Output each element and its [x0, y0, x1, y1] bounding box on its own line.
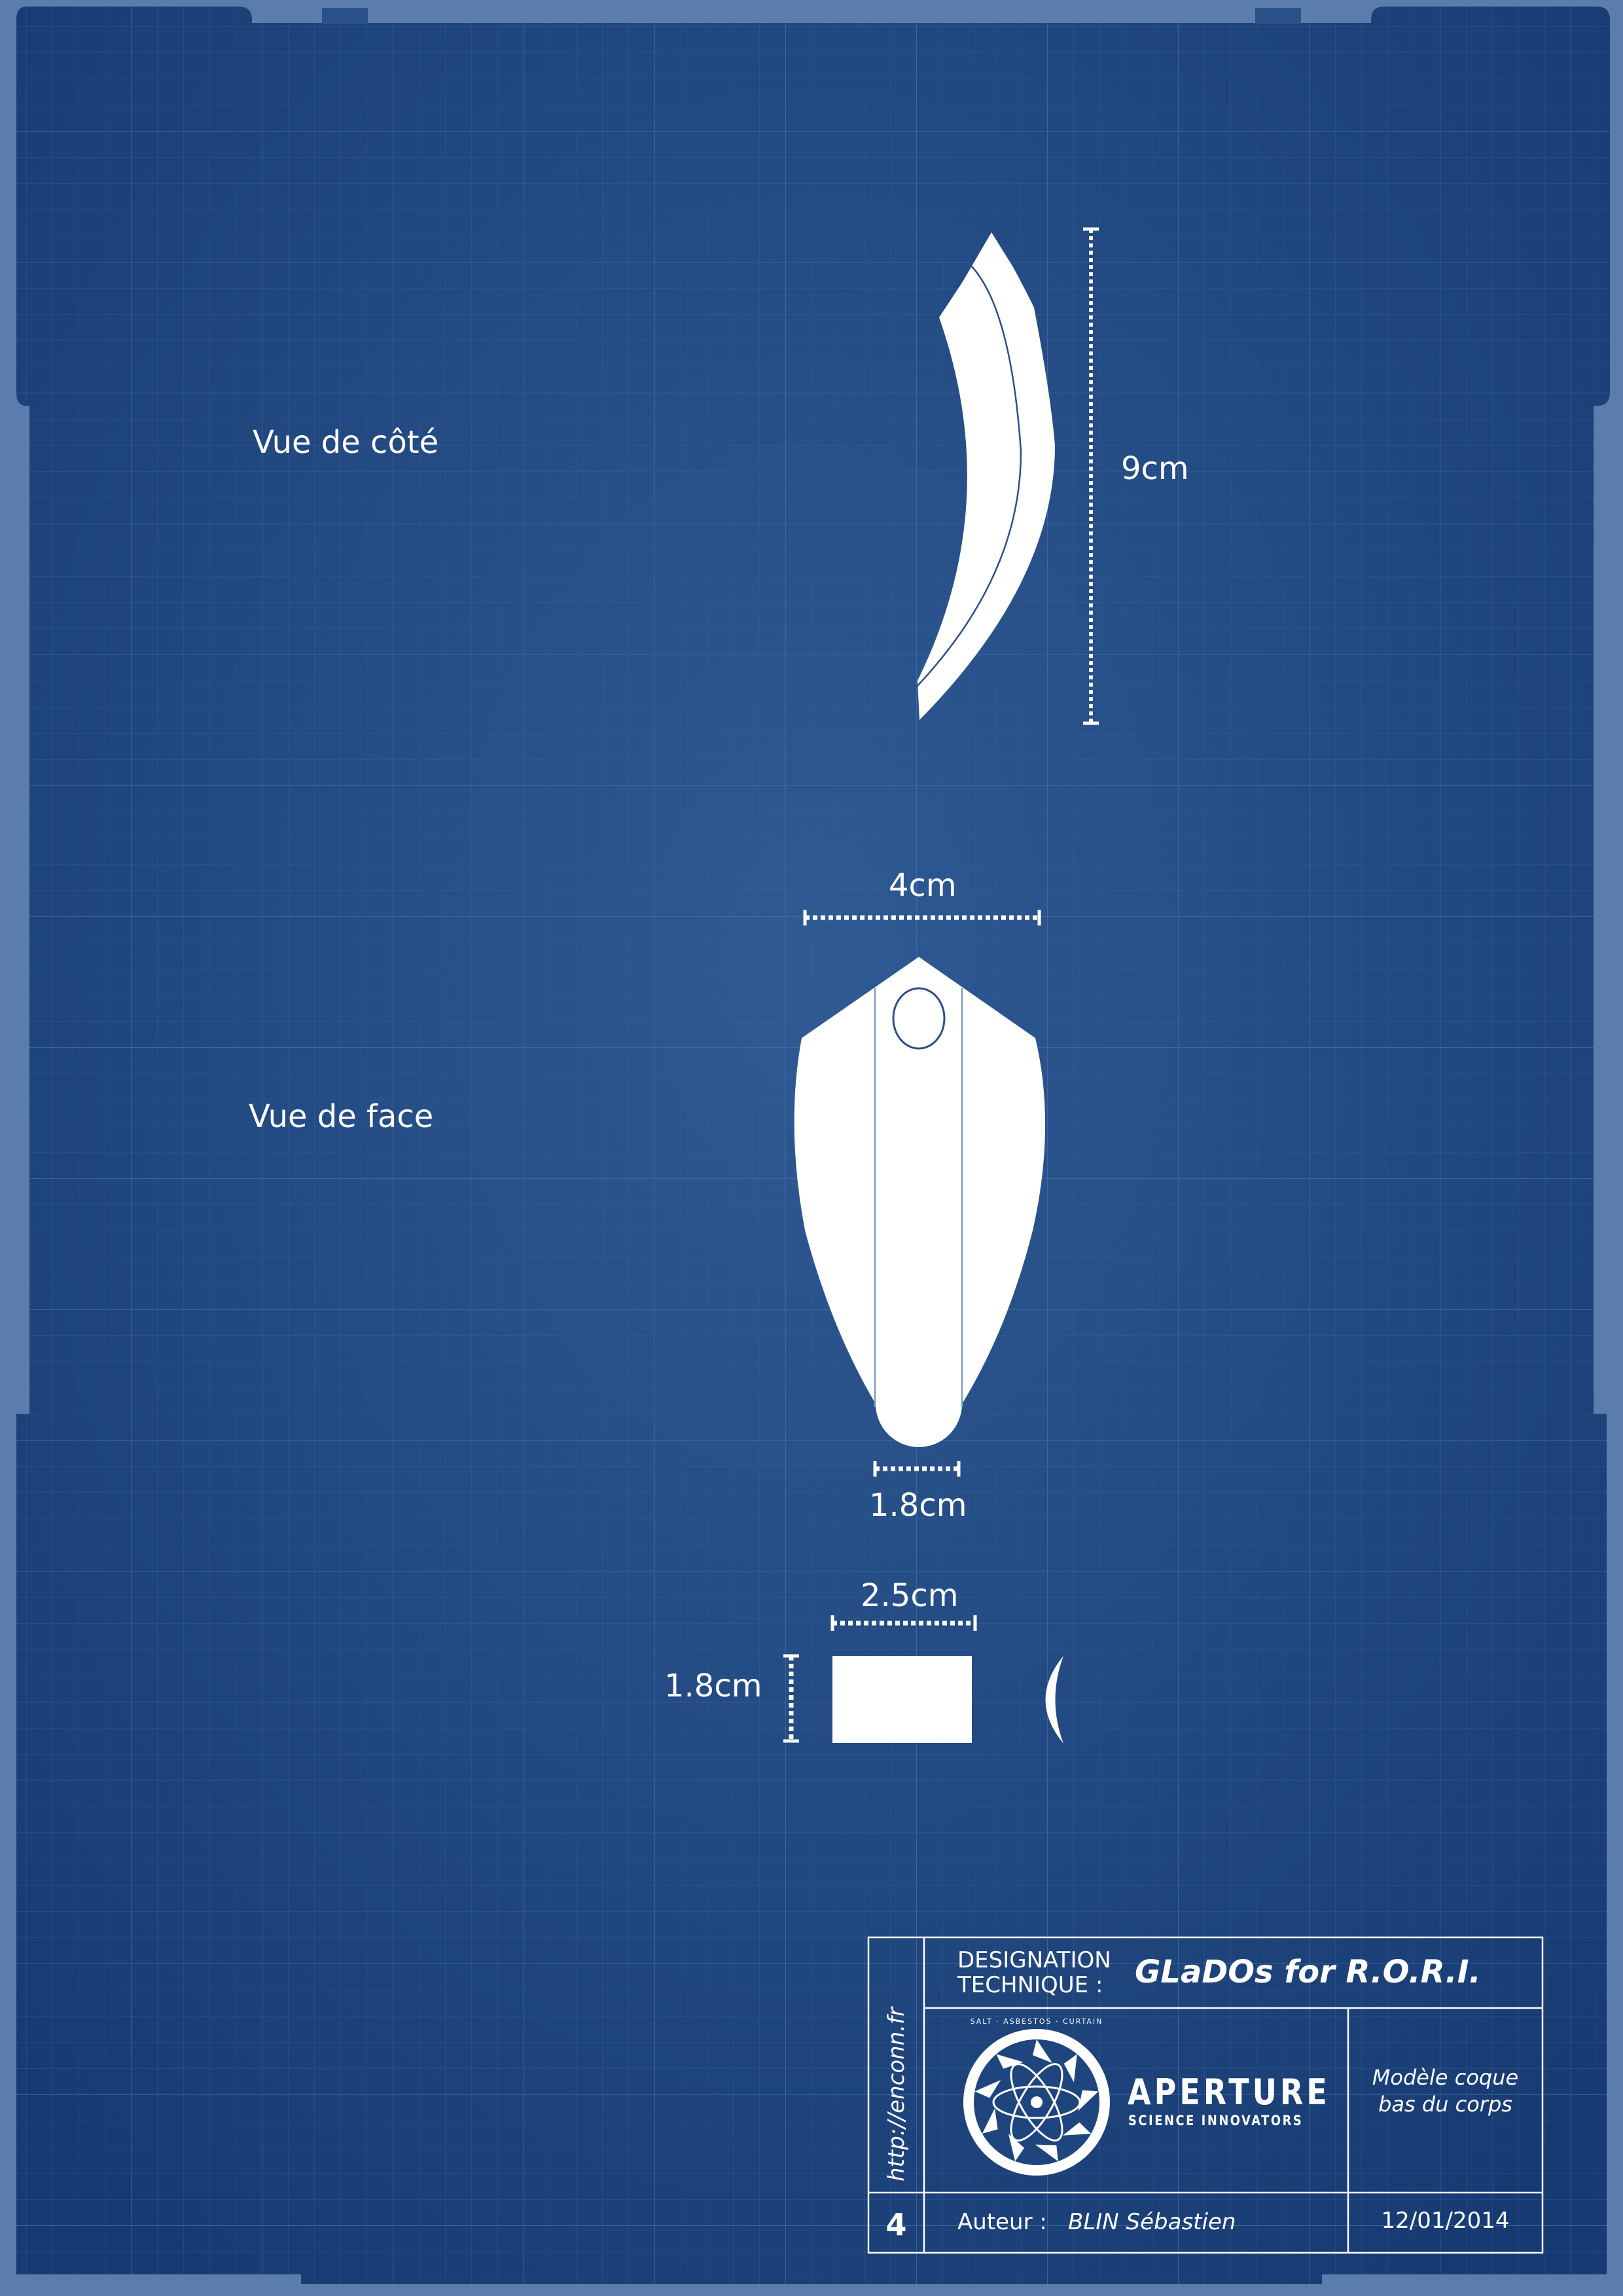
tab-piece-rect: [832, 1656, 972, 1743]
project-title: GLaDOs for R.O.R.I.: [1135, 1954, 1481, 1990]
front-view-label: Vue de face: [249, 1098, 434, 1135]
logo-ring-text: SALT · ASBESTOS · CURTAIN: [971, 2017, 1103, 2026]
tab-height-label: 1.8cm: [664, 1668, 762, 1704]
designation-label-line1: DESIGNATION: [957, 1947, 1111, 1973]
logo-tagline: SCIENCE INNOVATORS: [1128, 2113, 1304, 2128]
blueprint-drawing: SALT · ASBESTOS · CURTAIN: [0, 0, 1623, 2296]
blueprint-sheet: SALT · ASBESTOS · CURTAIN Vue de côté Vu…: [0, 0, 1623, 2296]
description-line2: bas du corps: [1378, 2092, 1512, 2117]
url-text: http://enconn.fr: [883, 2007, 910, 2181]
front-tip-width-label: 1.8cm: [869, 1487, 967, 1524]
top-tab-left: [322, 8, 368, 24]
side-height-label: 9cm: [1121, 450, 1189, 487]
aperture-logo-icon: [963, 2029, 1110, 2176]
logo-name: APERTURE: [1128, 2072, 1330, 2113]
front-width-label: 4cm: [889, 867, 957, 904]
side-view-label: Vue de côté: [253, 424, 439, 461]
front-view-hole: [892, 987, 946, 1050]
designation-label-line2: TECHNIQUE :: [957, 1972, 1103, 1998]
author-label: Auteur :: [957, 2209, 1047, 2235]
drawing-date: 12/01/2014: [1381, 2208, 1510, 2234]
top-tab-right: [1255, 8, 1301, 24]
author-name: BLIN Sébastien: [1068, 2209, 1236, 2235]
description-line1: Modèle coque: [1372, 2065, 1519, 2090]
tab-width-label: 2.5cm: [861, 1577, 959, 1614]
sheet-number: 4: [885, 2207, 907, 2242]
